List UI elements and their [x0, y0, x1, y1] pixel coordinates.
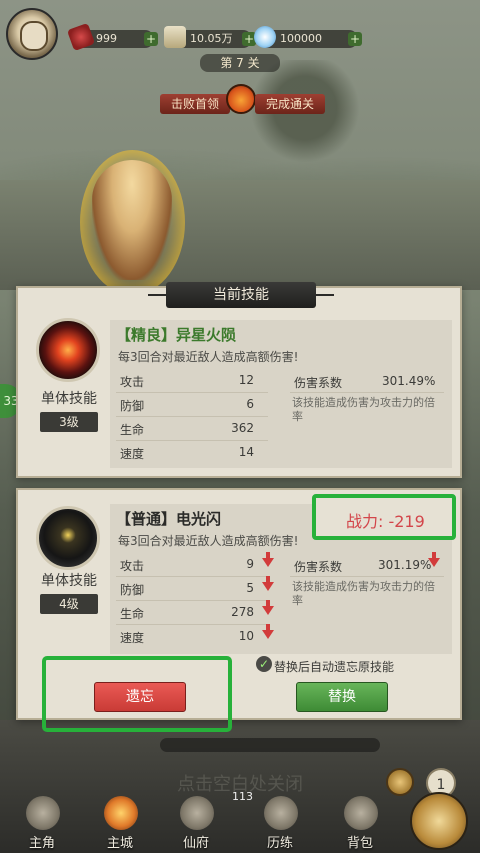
- bottom-nav: 主角 主城 仙府 历练 背包: [0, 792, 480, 853]
- resource-value: 999: [96, 32, 117, 45]
- auto-forget-option[interactable]: ✓ 替换后自动遗忘原技能: [256, 656, 395, 675]
- mansion-icon: [180, 796, 214, 830]
- city-icon: [104, 796, 138, 830]
- nav-mansion[interactable]: 仙府: [166, 792, 226, 853]
- stat-row: 生命 362: [116, 418, 268, 440]
- power-change: 战力: -219: [346, 512, 425, 531]
- stat-value: 9: [246, 557, 254, 571]
- stage-label: 第 7 关: [200, 54, 280, 72]
- add-firecracker-button[interactable]: +: [144, 32, 158, 46]
- meteor-skill-icon: [36, 318, 100, 382]
- stat-row: 攻击 12: [116, 370, 268, 392]
- hero-icon: [26, 796, 60, 830]
- nav-label: 主城: [106, 836, 133, 851]
- stat-value: 6: [246, 397, 254, 411]
- stat-row: 速度 10: [116, 624, 274, 648]
- stat-value: 12: [238, 373, 254, 387]
- down-arrow-icon: [262, 624, 274, 639]
- skill-type: 单体技能: [41, 391, 97, 407]
- ink-stroke: [160, 738, 380, 752]
- resource-crystal: 100000 +: [254, 26, 362, 48]
- add-crystal-button[interactable]: +: [348, 32, 362, 46]
- stat-value: 14: [238, 445, 254, 459]
- background-tree: [250, 60, 360, 180]
- stat-label: 防御: [120, 583, 145, 597]
- nav-label: 历练: [266, 836, 293, 851]
- replace-button[interactable]: 替换: [296, 682, 388, 712]
- skill-description: 每3回合对最近敌人造成高额伤害!: [118, 350, 299, 364]
- damage-coef-desc: 该技能造成伤害为攻击力的倍率: [292, 580, 435, 607]
- training-icon: [264, 796, 298, 830]
- current-skill-panel: 当前技能 单体技能 3级 【精良】异星火陨 每3回合对最近敌人造成高额伤害! 攻…: [16, 282, 462, 478]
- auto-forget-label: 替换后自动遗忘原技能: [274, 660, 395, 674]
- tiger-hero-figure: [92, 160, 172, 280]
- skill-type: 单体技能: [41, 573, 97, 589]
- down-arrow-icon: [262, 576, 274, 591]
- down-arrow-icon: [428, 552, 440, 567]
- stat-label: 速度: [120, 631, 145, 645]
- goal-clear-stage[interactable]: 完成通关: [255, 94, 325, 114]
- damage-coef-value: 301.49%: [382, 374, 436, 388]
- stat-label: 速度: [120, 447, 145, 461]
- resource-firecracker: 999 +: [66, 22, 158, 52]
- stat-value: 362: [231, 421, 254, 435]
- nav-label: 背包: [346, 836, 373, 851]
- stat-row: 防御 6: [116, 394, 268, 416]
- nav-label: 仙府: [182, 836, 209, 851]
- nav-hero[interactable]: 主角: [12, 792, 72, 853]
- bag-icon: [344, 796, 378, 830]
- stat-row: 生命 278: [116, 600, 274, 624]
- stat-label: 攻击: [120, 559, 145, 573]
- damage-coef-desc: 该技能造成伤害为攻击力的倍率: [292, 396, 435, 423]
- skill-name: 【精良】异星火陨: [116, 326, 237, 344]
- tiger-face-icon: [20, 21, 48, 51]
- skill-description: 每3回合对最近敌人造成高额伤害!: [118, 534, 299, 548]
- down-arrow-icon: [262, 552, 274, 567]
- corner-pet-avatar[interactable]: [410, 792, 468, 850]
- nav-bag[interactable]: 背包: [330, 792, 390, 853]
- stat-label: 生命: [120, 607, 145, 621]
- crystal-icon: [254, 26, 276, 48]
- goal-defeat-boss[interactable]: 击败首领: [160, 94, 230, 114]
- player-avatar[interactable]: [6, 8, 58, 60]
- nav-city[interactable]: 主城: [90, 792, 150, 853]
- stat-row: 攻击 9: [116, 552, 274, 576]
- skill-name: 【普通】电光闪: [116, 510, 222, 528]
- new-skill-panel: 单体技能 4级 【普通】电光闪 每3回合对最近敌人造成高额伤害! 攻击 9 防御…: [16, 488, 462, 732]
- resource-value: 10.05万: [190, 32, 233, 45]
- forget-button[interactable]: 遗忘: [94, 682, 186, 712]
- panel-title: 当前技能: [148, 282, 334, 308]
- skill-level: 3级: [40, 412, 98, 432]
- lightning-skill-icon: [36, 506, 100, 570]
- stat-row: 防御 5: [116, 576, 274, 600]
- stat-value: 10: [238, 629, 254, 643]
- stat-value: 278: [231, 605, 254, 619]
- coef-trend: [292, 552, 444, 576]
- stat-label: 防御: [120, 399, 145, 413]
- checkmark-icon[interactable]: ✓: [256, 656, 272, 672]
- resource-scroll: 10.05万 +: [164, 26, 256, 48]
- stat-label: 生命: [120, 423, 145, 437]
- down-arrow-icon: [262, 600, 274, 615]
- nav-label: 主角: [28, 836, 55, 851]
- stat-row: 速度 14: [116, 442, 268, 464]
- background-ground: [0, 180, 480, 290]
- resource-value: 100000: [280, 32, 322, 45]
- skill-info: 【精良】异星火陨 每3回合对最近敌人造成高额伤害! 攻击 12 防御 6 生命 …: [110, 320, 452, 468]
- nav-training[interactable]: 历练: [250, 792, 310, 853]
- boss-pumpkin-icon[interactable]: [226, 84, 256, 114]
- stat-value: 5: [246, 581, 254, 595]
- skill-level: 4级: [40, 594, 98, 614]
- damage-coef-label: 伤害系数: [294, 376, 343, 390]
- power-change-box: 战力: -219: [312, 494, 456, 540]
- scroll-icon: [164, 26, 186, 48]
- stat-label: 攻击: [120, 375, 145, 389]
